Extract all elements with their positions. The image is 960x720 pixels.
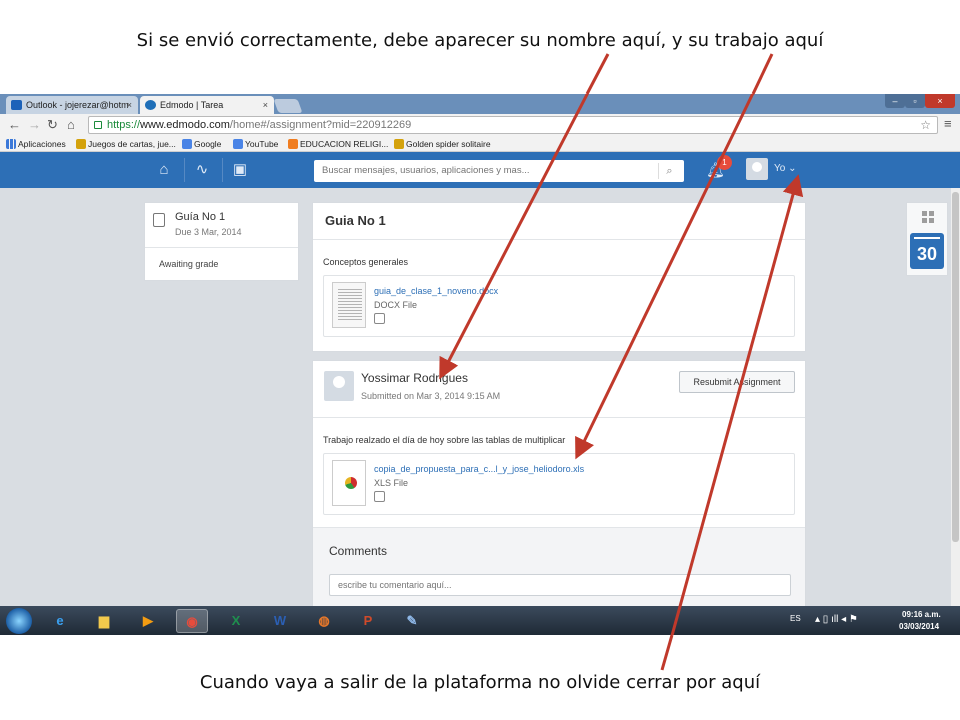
student-name: Yossimar Rodrigues	[361, 371, 468, 385]
bookmark-youtube[interactable]: YouTube	[233, 136, 278, 152]
taskbar-excel-icon[interactable]: X	[220, 609, 252, 633]
search-icon[interactable]: ⌕	[658, 163, 680, 179]
taskbar-paint-icon[interactable]: ✎	[396, 609, 428, 633]
minimize-button[interactable]: –	[885, 94, 905, 108]
resubmit-assignment-button[interactable]: Resubmit Assignment	[679, 371, 795, 393]
assignment-due-date: Due 3 Mar, 2014	[175, 227, 242, 237]
chevron-down-icon: ⌄	[788, 163, 797, 174]
user-avatar[interactable]	[746, 158, 768, 180]
submission-date: Submitted on Mar 3, 2014 9:15 AM	[361, 391, 501, 401]
attachment-xls[interactable]: copia_de_propuesta_para_c...l_y_jose_hel…	[323, 453, 795, 515]
tab-label: Edmodo | Tarea	[160, 100, 224, 110]
user-menu[interactable]: Yo ⌄	[774, 163, 797, 174]
screenshot: Outlook - jojerezar@hotm × Edmodo | Tare…	[0, 94, 960, 635]
new-tab-button[interactable]	[273, 99, 303, 113]
attachment-type: XLS File	[374, 478, 409, 488]
maximize-button[interactable]: ▫	[905, 94, 925, 108]
assignment-title: Guia No 1	[325, 213, 386, 228]
assignment-doc-icon	[153, 213, 165, 227]
bookmark-aplicaciones[interactable]: Aplicaciones	[6, 136, 66, 152]
home-icon[interactable]: ⌂	[67, 117, 75, 133]
bookmark-juegos[interactable]: Juegos de cartas, jue...	[76, 136, 176, 152]
outlook-icon	[11, 100, 22, 110]
attachment-docx[interactable]: guia_de_clase_1_noveno.docx DOCX File	[323, 275, 795, 337]
bookmark-solitaire[interactable]: Golden spider solitaire	[394, 136, 491, 152]
url-scheme: https://	[107, 119, 141, 131]
taskbar-chrome-icon[interactable]: ◉	[176, 609, 208, 633]
submission-card: Yossimar Rodrigues Submitted on Mar 3, 2…	[312, 360, 806, 631]
edit-check-icon[interactable]	[374, 313, 385, 324]
game-icon	[394, 139, 404, 149]
start-button[interactable]	[6, 608, 32, 634]
attachment-type: DOCX File	[374, 300, 418, 310]
blogger-icon	[288, 139, 298, 149]
browser-tabstrip: Outlook - jojerezar@hotm × Edmodo | Tare…	[0, 94, 960, 114]
close-icon[interactable]: ×	[263, 96, 268, 114]
google-icon	[182, 139, 192, 149]
scroll-thumb[interactable]	[952, 192, 959, 542]
taskbar-powerpoint-icon[interactable]: P	[352, 609, 384, 633]
address-bar[interactable]: https://www.edmodo.com/home#/assignment?…	[88, 116, 938, 134]
url-path: /home#/assignment?mid=220912269	[229, 119, 412, 131]
bookmark-educacion[interactable]: EDUCACION RELIGI...	[288, 136, 388, 152]
lock-icon	[94, 121, 102, 129]
tab-outlook[interactable]: Outlook - jojerezar@hotm ×	[6, 96, 138, 114]
tab-label: Outlook - jojerezar@hotm	[26, 100, 129, 110]
back-icon[interactable]: ←	[8, 117, 21, 133]
grade-status: Awaiting grade	[159, 259, 219, 269]
page-scrollbar[interactable]	[951, 188, 960, 606]
search-input[interactable]	[314, 160, 684, 182]
assignment-summary-card[interactable]: Guía No 1 Due 3 Mar, 2014 Awaiting grade	[144, 202, 299, 281]
tray-icons[interactable]: ▴ ▯ ıll ◂ ⚑	[815, 614, 858, 625]
spreadsheet-thumbnail	[332, 460, 366, 506]
url-host: www.edmodo.com	[140, 119, 230, 131]
home-icon[interactable]: ⌂	[152, 160, 176, 180]
youtube-icon	[233, 139, 243, 149]
attachment-link[interactable]: guia_de_clase_1_noveno.docx	[374, 286, 498, 296]
comment-input[interactable]	[329, 574, 791, 596]
bookmarks-bar: Aplicaciones Juegos de cartas, jue... Go…	[0, 136, 960, 152]
notification-badge: 1	[717, 155, 732, 170]
apps-grid-icon[interactable]	[922, 211, 934, 223]
assignment-summary-title: Guía No 1	[175, 211, 226, 223]
game-icon	[76, 139, 86, 149]
browser-toolbar: ← → ↻ ⌂ https://www.edmodo.com/home#/ass…	[0, 114, 960, 136]
document-thumbnail	[332, 282, 366, 328]
taskbar-word-icon[interactable]: W	[264, 609, 296, 633]
submission-description: Trabajo realzado el día de hoy sobre las…	[323, 435, 566, 445]
pie-chart-icon	[345, 477, 357, 489]
comments-title: Comments	[329, 544, 388, 558]
taskbar-firefox-icon[interactable]: ◍	[308, 609, 340, 633]
right-widget-panel: 30	[906, 202, 948, 276]
assignment-description: Conceptos generales	[323, 257, 409, 267]
taskbar-media-player-icon[interactable]: ▶	[132, 609, 164, 633]
student-avatar	[324, 371, 354, 401]
notes-icon[interactable]	[374, 491, 385, 502]
bottom-caption: Cuando vaya a salir de la plataforma no …	[199, 672, 761, 693]
clock-time[interactable]: 09:16 a.m.	[902, 610, 941, 619]
tab-edmodo[interactable]: Edmodo | Tarea ×	[140, 96, 274, 114]
close-icon[interactable]: ×	[127, 96, 132, 114]
menu-icon[interactable]: ≡	[944, 116, 952, 131]
attachment-link[interactable]: copia_de_propuesta_para_c...l_y_jose_hel…	[374, 464, 584, 474]
clock-date[interactable]: 03/03/2014	[899, 622, 939, 631]
taskbar-ie-icon[interactable]: e	[44, 609, 76, 633]
activity-icon[interactable]: ∿	[190, 160, 214, 180]
window-close-button[interactable]: ×	[925, 94, 955, 108]
edmodo-appbar: ⌂ ∿ ▣ ⌕ 🔔︎ 1 Yo ⌄	[0, 152, 960, 188]
calendar-icon[interactable]: 30	[910, 233, 944, 269]
edmodo-icon	[145, 100, 156, 110]
windows-taskbar: e ▆ ▶ ◉ X W ◍ P ✎ ES ▴ ▯ ıll ◂ ⚑ 09:16 a.m. 03/0…	[0, 606, 960, 635]
planner-icon[interactable]: ▣	[228, 160, 252, 180]
bookmark-google[interactable]: Google	[182, 136, 221, 152]
taskbar-explorer-icon[interactable]: ▆	[88, 609, 120, 633]
bookmark-star-icon[interactable]: ☆	[920, 117, 931, 133]
language-indicator[interactable]: ES	[790, 614, 801, 623]
reload-icon[interactable]: ↻	[47, 117, 58, 133]
apps-grid-icon	[6, 139, 16, 149]
assignment-card: Guia No 1 Conceptos generales guia_de_cl…	[312, 202, 806, 352]
top-caption: Si se envió correctamente, debe aparecer…	[136, 30, 824, 51]
forward-icon[interactable]: →	[28, 117, 41, 133]
